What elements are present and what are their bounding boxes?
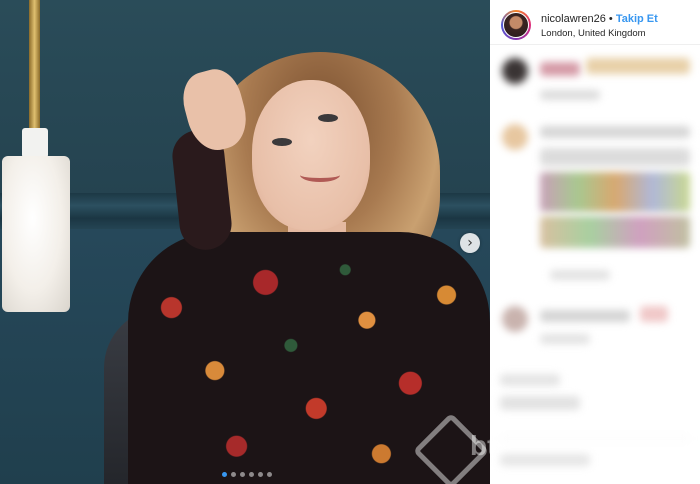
person-mouth <box>300 168 340 182</box>
lamp-rod <box>29 0 40 132</box>
post-sidebar: nicolawren26 • Takip Et London, United K… <box>490 0 700 484</box>
person-eye-right <box>318 114 338 122</box>
blurred-text <box>540 148 690 166</box>
blurred-text <box>500 374 560 386</box>
post-photo[interactable]: bt › <box>0 0 490 484</box>
carousel-dot <box>249 472 254 477</box>
blurred-comments-area <box>490 44 700 484</box>
blurred-text <box>540 334 590 344</box>
person-eye-left <box>272 138 292 146</box>
blurred-avatar <box>502 306 528 332</box>
carousel-dot <box>222 472 227 477</box>
username-link[interactable]: nicolawren26 <box>541 13 606 25</box>
blurred-text <box>550 270 610 280</box>
blurred-divider <box>500 438 690 439</box>
blurred-text <box>540 62 580 76</box>
post-header: nicolawren26 • Takip Et London, United K… <box>490 0 700 45</box>
blurred-emoji-row <box>540 216 690 248</box>
chevron-right-icon: › <box>467 235 473 251</box>
carousel-dot <box>231 472 236 477</box>
carousel-dots <box>222 472 272 477</box>
avatar-story-ring[interactable] <box>501 10 531 40</box>
blurred-emoji-row <box>540 172 690 212</box>
location-link[interactable]: London, United Kingdom <box>541 28 646 39</box>
lamp-shade <box>2 156 70 312</box>
carousel-dot <box>267 472 272 477</box>
blurred-text <box>640 306 668 322</box>
blurred-avatar <box>502 58 528 84</box>
blurred-text <box>540 126 690 138</box>
carousel-next-button[interactable]: › <box>460 233 480 253</box>
blurred-text <box>540 310 630 322</box>
follow-button[interactable]: Takip Et <box>616 13 658 25</box>
blurred-text <box>500 454 590 466</box>
person-face <box>252 80 370 230</box>
separator-dot: • <box>608 13 613 25</box>
blurred-text <box>540 90 600 100</box>
lamp-cap <box>22 128 48 158</box>
avatar[interactable] <box>503 12 529 38</box>
carousel-dot <box>240 472 245 477</box>
blurred-text <box>500 396 580 410</box>
watermark-text: bt <box>470 430 490 461</box>
carousel-dot <box>258 472 263 477</box>
blurred-avatar <box>502 124 528 150</box>
blurred-text <box>586 58 690 74</box>
